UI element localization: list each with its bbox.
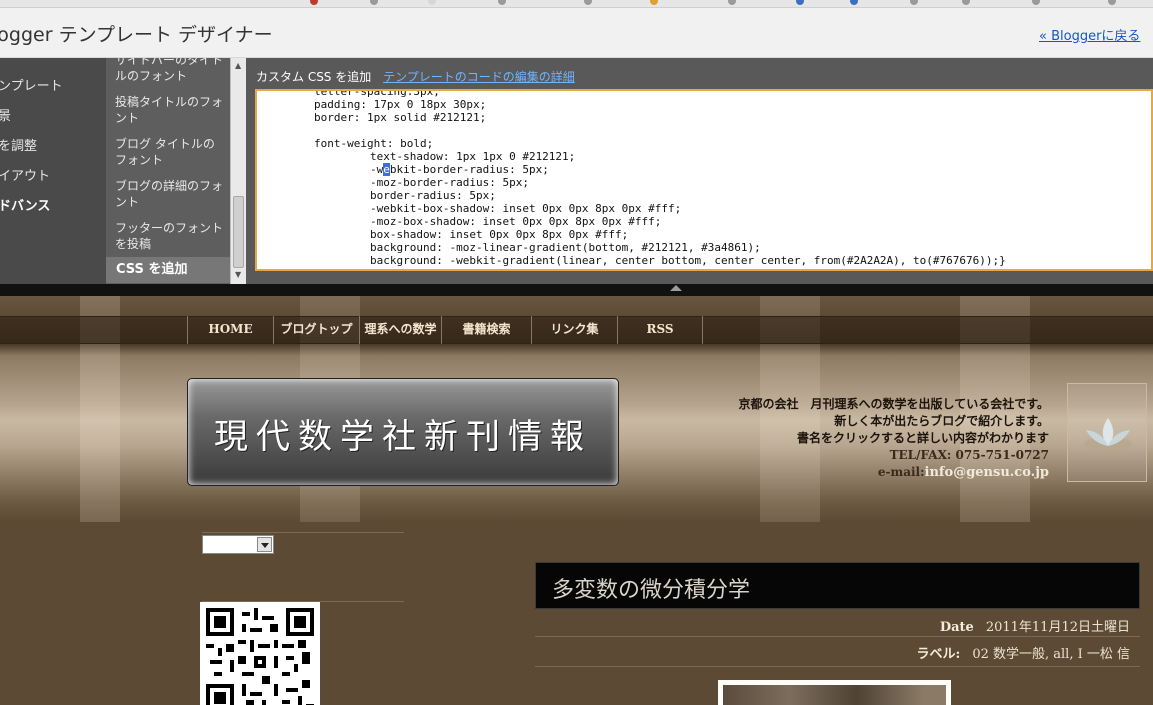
bookmark-icon[interactable] <box>962 0 970 5</box>
tel-fax: TEL/FAX: 075-751-0727 <box>889 448 1049 462</box>
left-nav: ンプレート 景 を調整 イアウト ドバンス <box>0 58 106 284</box>
screen: logger テンプレート デザイナー « Bloggerに戻る ンプレート 景… <box>0 0 1153 705</box>
sub-nav-item-blog-description-font[interactable]: ブログの詳細のフォント <box>115 178 223 210</box>
template-code-help-link[interactable]: テンプレートのコードの編集の詳細 <box>383 70 575 84</box>
code-line: -webkit-box-shadow: inset 0px 0px 8px 0p… <box>370 202 682 215</box>
lotus-logo-box <box>1067 383 1147 482</box>
code-line: box-shadow: inset 0px 0px 8px 0px #fff; <box>370 228 629 241</box>
bookmark-icon[interactable] <box>498 0 506 5</box>
post-labels-row: ラベル: 02 数学一般, all, I 一松 信 <box>917 643 1130 662</box>
bookmark-icon[interactable] <box>650 0 658 5</box>
bookmark-icon[interactable] <box>728 0 736 5</box>
scroll-down-icon[interactable]: ▼ <box>235 270 241 279</box>
post-date-row: Date 2011年11月12日土曜日 <box>940 616 1130 635</box>
bookmark-icon[interactable] <box>910 0 918 5</box>
browser-bookmark-strip <box>0 0 1153 8</box>
code-line: background: -webkit-gradient(linear, cen… <box>370 254 1006 267</box>
blog-nav-bar: HOME ブログトップ 理系への数学 書籍検索 リンク集 RSS <box>187 316 703 344</box>
qr-code-icon <box>206 608 314 705</box>
code-line: background: -moz-linear-gradient(bottom,… <box>370 241 761 254</box>
sub-nav-item-sidebar-title-font[interactable]: サイドバーのタイトルのフォント <box>115 58 223 84</box>
nav-tab-home[interactable]: HOME <box>187 316 273 344</box>
code-line: border: 1px solid #212121; <box>314 111 487 124</box>
qr-code <box>200 602 320 705</box>
description-line: 新しく本が出たらブログで紹介します。 <box>834 414 1049 428</box>
email-label: e-mail: <box>877 465 925 479</box>
sub-nav: サイドバーのタイトルのフォント 投稿タイトルのフォント ブログ タイトルのフォン… <box>106 58 230 284</box>
blog-preview: HOME ブログトップ 理系への数学 書籍検索 リンク集 RSS 現代数学社新刊… <box>0 296 1153 705</box>
left-nav-item-background[interactable]: 景 <box>0 105 11 124</box>
bookmark-icon[interactable] <box>796 0 804 5</box>
post-date: 2011年11月12日土曜日 <box>985 620 1130 635</box>
bookmark-icon[interactable] <box>1108 0 1116 5</box>
meta-divider <box>535 636 1140 637</box>
collapse-arrow-icon[interactable] <box>670 285 682 291</box>
css-code[interactable]: letter-spacing:3px; padding: 17px 0 18px … <box>314 89 1006 267</box>
sidebar-divider <box>202 532 404 533</box>
nav-tab-book-search[interactable]: 書籍検索 <box>441 316 531 344</box>
bookmark-icon[interactable] <box>1032 0 1040 5</box>
scroll-up-icon[interactable]: ▲ <box>235 61 241 70</box>
post-title[interactable]: 多変数の微分積分学 <box>552 572 750 604</box>
scrollbar-thumb[interactable] <box>233 196 244 268</box>
sub-nav-item-footer-font[interactable]: フッターのフォントを投稿 <box>115 220 223 252</box>
back-to-blogger-link[interactable]: « Bloggerに戻る <box>1039 25 1140 44</box>
book-cover-image[interactable] <box>718 680 951 705</box>
code-line: -webkit-border-radius: 5px; <box>370 163 549 176</box>
email-address[interactable]: info@gensu.co.jp <box>925 465 1049 480</box>
custom-css-heading-row: カスタム CSS を追加 テンプレートのコードの編集の詳細 <box>256 68 575 85</box>
chevron-down-icon[interactable] <box>257 537 272 552</box>
preview-divider[interactable] <box>0 284 1153 296</box>
sub-nav-scrollbar[interactable]: ▲ ▼ <box>230 58 246 284</box>
description-line: 京都の会社 月刊理系への数学を出版している会社です。 <box>738 397 1049 411</box>
left-nav-item-template[interactable]: ンプレート <box>0 75 63 94</box>
blog-title[interactable]: 現代数学社新刊情報 <box>188 409 618 458</box>
nav-tab-links[interactable]: リンク集 <box>531 316 617 344</box>
code-line: padding: 17px 0 18px 30px; <box>314 98 487 111</box>
sub-nav-item-blog-title-font[interactable]: ブログ タイトルのフォント <box>115 136 223 168</box>
css-code-editor[interactable]: letter-spacing:3px; padding: 17px 0 18px … <box>255 89 1153 271</box>
text-cursor: e <box>383 163 390 176</box>
sub-nav-item-post-title-font[interactable]: 投稿タイトルのフォント <box>115 94 223 126</box>
nav-tab-blog-top[interactable]: ブログトップ <box>273 316 359 344</box>
blog-description: 京都の会社 月刊理系への数学を出版している会社です。 新しく本が出たらブログで紹… <box>739 396 1049 481</box>
post-labels[interactable]: 02 数学一般, all, I 一松 信 <box>972 647 1130 662</box>
post-title-box[interactable]: 多変数の微分積分学 <box>535 562 1140 609</box>
sub-nav-item-add-css[interactable]: CSS を追加 <box>106 257 230 283</box>
designer-panel: ンプレート 景 を調整 イアウト ドバンス サイドバーのタイトルのフォント 投稿… <box>0 58 1153 284</box>
blog-title-box[interactable]: 現代数学社新刊情報 <box>187 378 619 486</box>
labels-label: ラベル: <box>916 647 961 662</box>
bookmark-icon[interactable] <box>370 0 378 5</box>
designer-title: logger テンプレート デザイナー <box>0 24 273 46</box>
sidebar-select[interactable] <box>202 535 274 554</box>
code-line: text-shadow: 1px 1px 0 #212121; <box>370 150 576 163</box>
code-line: -moz-border-radius: 5px; <box>370 176 529 189</box>
lotus-icon <box>1084 418 1132 451</box>
code-line: border-radius: 5px; <box>370 189 496 202</box>
bookmark-icon[interactable] <box>310 0 318 5</box>
date-label: Date <box>939 620 974 635</box>
left-nav-item-adjust[interactable]: を調整 <box>0 135 37 154</box>
designer-header: logger テンプレート デザイナー « Bloggerに戻る <box>0 8 1153 58</box>
left-nav-item-advanced[interactable]: ドバンス <box>0 195 50 214</box>
code-line: letter-spacing:3px; <box>314 89 440 98</box>
bookmark-icon[interactable] <box>850 0 858 5</box>
nav-tab-rss[interactable]: RSS <box>617 316 703 344</box>
custom-css-heading: カスタム CSS を追加 <box>256 70 372 84</box>
code-line: font-weight: bold; <box>314 137 434 150</box>
bookmark-icon[interactable] <box>428 0 436 5</box>
nav-tab-math[interactable]: 理系への数学 <box>359 316 441 344</box>
code-line: -moz-box-shadow: inset 0px 0px 8px 0px #… <box>370 215 662 228</box>
left-nav-item-layout[interactable]: イアウト <box>0 165 50 184</box>
bookmark-icon[interactable] <box>584 0 592 5</box>
meta-divider <box>535 666 1140 667</box>
description-line: 書名をクリックすると詳しい内容がわかります <box>796 431 1049 445</box>
